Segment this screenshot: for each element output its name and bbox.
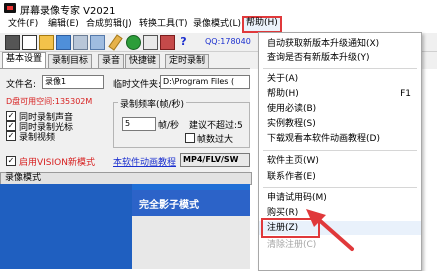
app-title: 屏幕录像专家 V2021 xyxy=(20,6,116,17)
tab-schedule[interactable]: 定时录制 xyxy=(165,54,210,68)
gear-icon[interactable] xyxy=(143,35,158,50)
record-mode-label: 录像模式 xyxy=(5,173,42,183)
annotation-arrow-icon xyxy=(306,209,354,251)
tool-icon[interactable] xyxy=(160,35,175,50)
menu-edit[interactable]: 编辑(E) xyxy=(46,18,81,31)
save-icon[interactable] xyxy=(56,35,71,50)
filename-input[interactable]: 录像1 xyxy=(42,75,104,89)
preview-left xyxy=(0,184,132,269)
stop-icon[interactable] xyxy=(22,35,37,50)
disk-space-text: D盘可用空间:135302M xyxy=(6,97,93,106)
tab-record-target[interactable]: 录制目标 xyxy=(48,54,93,68)
title-bar: 屏幕录像专家 V2021 xyxy=(0,0,437,17)
tab-basic-settings[interactable]: 基本设置 xyxy=(2,52,47,69)
app-icon xyxy=(4,3,16,13)
menu-separator xyxy=(263,187,417,188)
toolbar-hint: QQ:178040 xyxy=(205,37,251,46)
menu-item-about[interactable]: 关于(A) xyxy=(259,72,421,86)
menu-item-check-update[interactable]: 查询是否有新版本升级(Y) xyxy=(259,51,421,65)
cursor-checkbox[interactable]: ✓ xyxy=(6,121,16,131)
tab-audio[interactable]: 录音 xyxy=(98,54,125,68)
fps-suggest: 建议不超过:5 xyxy=(189,121,243,131)
pen-icon[interactable] xyxy=(108,34,123,51)
menu-record-mode[interactable]: 录像模式(L) xyxy=(191,18,243,31)
menu-bar: 文件(F) 编辑(E) 合成剪辑(J) 转换工具(T) 录像模式(L) 帮助(H… xyxy=(0,16,437,33)
menu-item-auto-update[interactable]: 自动获取新版本升级通知(X) xyxy=(259,37,421,51)
vision-checkbox-label: 启用VISION新模式 xyxy=(19,158,95,168)
globe-icon[interactable] xyxy=(126,35,141,50)
menu-compose[interactable]: 合成剪辑(J) xyxy=(84,18,134,31)
vision-checkbox[interactable]: ✓ xyxy=(6,156,16,166)
grid-icon[interactable] xyxy=(90,35,105,50)
menu-separator xyxy=(263,150,417,151)
menu-item-help[interactable]: 帮助(H) F1 xyxy=(259,87,421,101)
tempdir-input[interactable]: D:\Program Files ( xyxy=(160,75,250,89)
settings-panel: 文件名: 录像1 临时文件夹: D:\Program Files ( D盘可用空… xyxy=(0,68,250,181)
audio-checkbox[interactable]: ✓ xyxy=(6,111,16,121)
help-question-icon[interactable]: ? xyxy=(177,35,190,48)
record-icon[interactable] xyxy=(5,35,20,50)
menu-separator xyxy=(263,68,417,69)
menu-item-download-tutorial[interactable]: 下载观看本软件动画教程(D) xyxy=(259,132,421,146)
fps-input[interactable]: 5 xyxy=(122,117,156,131)
menu-item-read-me[interactable]: 使用必读(B) xyxy=(259,102,421,116)
menu-item-homepage[interactable]: 软件主页(W) xyxy=(259,154,421,168)
menu-item-contact[interactable]: 联系作者(E) xyxy=(259,170,421,184)
fps-unit: 帧/秒 xyxy=(158,121,180,131)
max-frame-label: 帧数过大 xyxy=(197,135,234,145)
menu-item-tutorial[interactable]: 实例教程(S) xyxy=(259,117,421,131)
video-checkbox-label: 录制视频 xyxy=(19,133,56,143)
settings-icon[interactable] xyxy=(73,35,88,50)
menu-help[interactable]: 帮助(H) xyxy=(242,16,282,33)
frequency-group-title: 录制频率(帧/秒) xyxy=(118,97,187,110)
menu-tools[interactable]: 转换工具(T) xyxy=(137,18,190,31)
open-folder-icon[interactable] xyxy=(39,35,54,50)
preview-title: 完全影子模式 xyxy=(139,200,199,211)
menu-item-trial-code[interactable]: 申请试用码(M) xyxy=(259,191,421,205)
video-checkbox[interactable]: ✓ xyxy=(6,131,16,141)
tempdir-label: 临时文件夹: xyxy=(113,80,162,90)
format-button[interactable]: MP4/FLV/SW xyxy=(180,153,250,167)
max-frame-checkbox[interactable] xyxy=(185,133,195,143)
filename-label: 文件名: xyxy=(6,80,37,90)
tutorial-link[interactable]: 本软件动画教程 xyxy=(113,155,176,168)
tab-hotkeys[interactable]: 快捷键 xyxy=(125,54,161,68)
menu-file[interactable]: 文件(F) xyxy=(6,18,40,31)
